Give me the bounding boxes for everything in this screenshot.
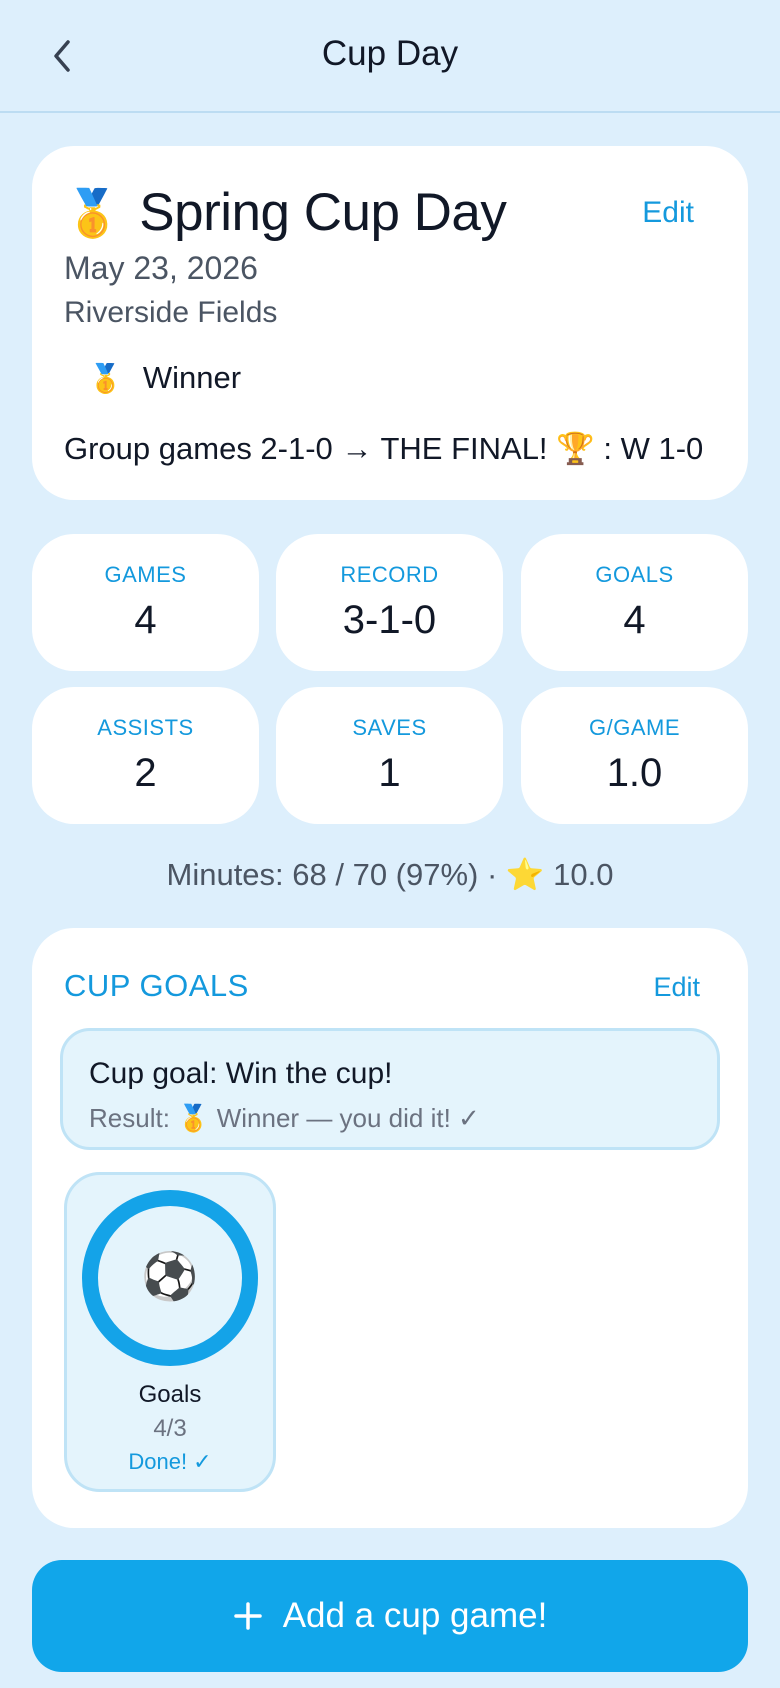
stat-card-saves: SAVES 1 <box>276 687 503 824</box>
event-venue: Riverside Fields <box>64 296 278 329</box>
stat-label: RECORD <box>340 562 439 587</box>
soccer-ball-icon: ⚽ <box>141 1250 199 1302</box>
event-card: 🥇 Spring Cup Day Edit May 23, 2026 River… <box>32 146 748 500</box>
cup-goal-result: Result: 🥇 Winner — you did it! ✓ <box>89 1103 480 1133</box>
stat-card-record: RECORD 3-1-0 <box>276 534 503 671</box>
page-title: Cup Day <box>321 34 459 73</box>
cup-goal-text: Cup goal: Win the cup! <box>89 1057 393 1090</box>
event-summary: Group games 2-1-0 → THE FINAL! 🏆 : W 1-0 <box>64 431 704 466</box>
add-cup-game-button[interactable]: Add a cup game! <box>32 1560 748 1672</box>
stat-value: 3-1-0 <box>342 598 437 642</box>
cup-goal-box: Cup goal: Win the cup! Result: 🥇 Winner … <box>60 1028 720 1150</box>
edit-cup-goals-button[interactable]: Edit <box>653 972 700 1003</box>
stat-card-goals-per-game: G/GAME 1.0 <box>521 687 748 824</box>
progress-status: Done! ✓ <box>128 1449 212 1474</box>
progress-count: 4/3 <box>153 1415 187 1442</box>
event-title-row: 🥇 Spring Cup Day <box>64 182 507 243</box>
event-title: Spring Cup Day <box>139 183 507 242</box>
stat-card-assists: ASSISTS 2 <box>32 687 259 824</box>
stat-value: 1 <box>378 751 401 795</box>
progress-label: Goals <box>138 1381 202 1408</box>
stat-label: ASSISTS <box>97 715 194 740</box>
stat-value: 2 <box>134 751 157 795</box>
add-cup-game-label: Add a cup game! <box>282 1596 548 1635</box>
cup-goals-card: CUP GOALS Edit Cup goal: Win the cup! Re… <box>32 928 748 1528</box>
stat-label: SAVES <box>352 715 427 740</box>
stat-label: GOALS <box>595 562 674 587</box>
stat-value: 4 <box>134 598 157 642</box>
stat-label: G/GAME <box>588 715 680 740</box>
stat-card-goals: GOALS 4 <box>521 534 748 671</box>
stat-value: 4 <box>623 598 646 642</box>
goals-progress-tile[interactable]: ⚽ Goals 4/3 Done! ✓ <box>64 1172 276 1492</box>
event-date: May 23, 2026 <box>64 250 258 286</box>
gold-medal-icon: 🥇 <box>64 186 122 239</box>
stat-card-games: GAMES 4 <box>32 534 259 671</box>
result-label: Winner <box>142 360 242 395</box>
edit-event-button[interactable]: Edit <box>642 196 694 230</box>
stat-label: GAMES <box>104 562 187 587</box>
plus-icon <box>233 1601 263 1631</box>
event-result: 🥇 Winner <box>88 360 241 396</box>
minutes-summary: Minutes: 68 / 70 (97%) · ⭐ 10.0 <box>166 857 614 892</box>
top-bar: Cup Day <box>0 0 780 113</box>
cup-goals-heading: CUP GOALS <box>64 968 249 1003</box>
stat-value: 1.0 <box>606 751 663 795</box>
gold-medal-icon: 🥇 <box>88 362 123 394</box>
